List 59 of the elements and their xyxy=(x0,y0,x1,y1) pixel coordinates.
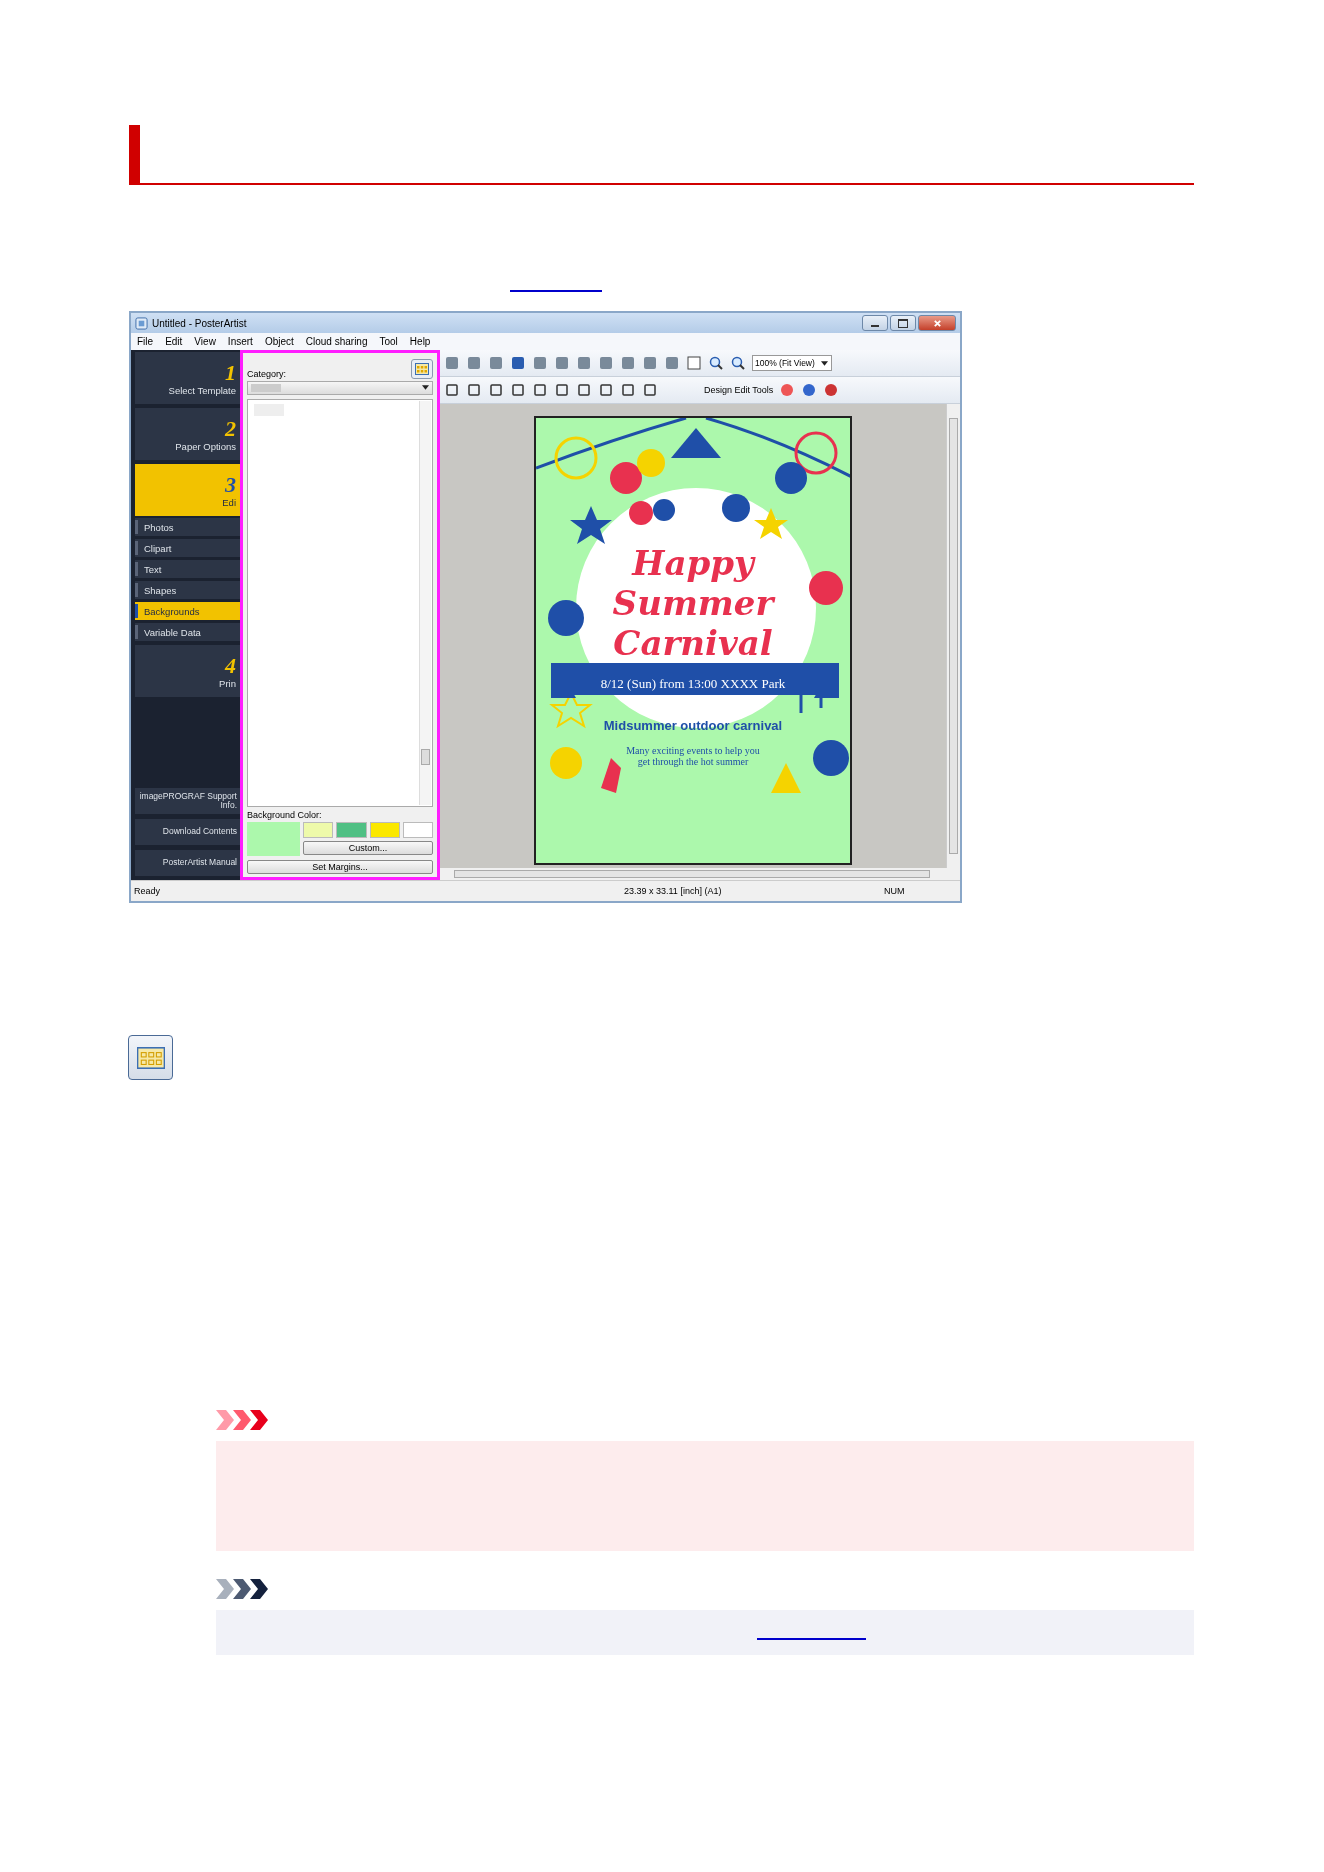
vertical-scrollbar[interactable] xyxy=(946,404,960,868)
frame-icon[interactable] xyxy=(686,355,702,371)
poster-banner-text: 8/12 (Sun) from 13:00 XXXX Park xyxy=(600,675,786,693)
step-button[interactable]: 1 Select Template xyxy=(135,352,240,404)
scrollbar[interactable] xyxy=(419,401,431,805)
color-swatch[interactable] xyxy=(303,822,334,838)
menu-item[interactable]: Insert xyxy=(227,336,253,347)
status-text: 23.39 x 33.11 [inch] (A1) xyxy=(624,886,723,896)
thumbnail-view-button[interactable] xyxy=(411,359,433,379)
step-button[interactable]: 3 Edi xyxy=(135,464,240,516)
set-margins-button[interactable]: Set Margins... xyxy=(247,860,433,874)
window-title: Untitled - PosterArtist xyxy=(152,317,247,329)
close-icon xyxy=(932,318,942,328)
minimize-button[interactable] xyxy=(862,315,888,331)
maximize-button[interactable] xyxy=(890,315,916,331)
support-button[interactable]: Download Contents xyxy=(135,819,240,845)
menu-item[interactable]: File xyxy=(137,336,154,347)
poster-title: Carnival xyxy=(613,623,773,663)
step-button[interactable]: 2 Paper Options xyxy=(135,408,240,460)
menu-item[interactable]: Cloud sharing xyxy=(305,336,368,347)
support-button[interactable]: imagePROGRAF Support Info. xyxy=(135,788,240,814)
sidebar-item[interactable]: Shapes xyxy=(135,581,240,599)
color-swatch[interactable] xyxy=(402,822,433,838)
background-color-label: Background Color: xyxy=(247,810,323,820)
menu-item[interactable]: Edit xyxy=(165,336,183,347)
menu-item[interactable]: View xyxy=(194,336,216,347)
sidebar-item[interactable]: Variable Data xyxy=(135,623,240,641)
app-icon xyxy=(135,316,148,330)
menu-item[interactable]: Help xyxy=(409,336,431,347)
sidebar-item[interactable]: Text xyxy=(135,560,240,578)
category-dropdown[interactable] xyxy=(247,381,433,395)
poster-title: Happy xyxy=(632,543,754,583)
menu-item[interactable]: Tool xyxy=(379,336,398,347)
zoom-dropdown[interactable]: 100% (Fit View) xyxy=(752,355,832,371)
design-edit-tools-label: Design Edit Tools xyxy=(704,385,774,395)
color-swatch[interactable] xyxy=(336,822,367,838)
status-text: NUM xyxy=(884,886,906,896)
status-text: Ready xyxy=(133,886,161,896)
thumbnail-view-icon xyxy=(128,1035,173,1080)
caret-icon xyxy=(821,361,828,366)
poster-text: Many exciting events to help you get through the hot summer xyxy=(625,745,761,767)
sidebar-item[interactable]: Photos xyxy=(135,518,240,536)
color-swatch[interactable] xyxy=(369,822,400,838)
close-button[interactable] xyxy=(918,315,956,331)
zoom-out-icon[interactable] xyxy=(730,355,746,371)
poster-title: Summer xyxy=(612,583,774,623)
support-button[interactable]: PosterArtist Manual xyxy=(135,850,240,876)
zoom-in-icon[interactable] xyxy=(708,355,724,371)
sidebar-item[interactable]: Backgrounds xyxy=(135,602,240,620)
step-button[interactable]: 4 Prin xyxy=(135,645,240,697)
custom-button[interactable]: Custom... xyxy=(303,841,433,855)
menu-item[interactable]: Object xyxy=(264,336,294,347)
blurred-value xyxy=(251,384,281,392)
note-icon xyxy=(216,1579,270,1599)
category-label: Category: xyxy=(247,369,287,379)
important-icon xyxy=(216,1410,270,1430)
sidebar-item[interactable]: Clipart xyxy=(135,539,240,557)
poster-subtitle: Midsummer outdoor carnival xyxy=(603,718,783,733)
caret-icon xyxy=(422,385,429,390)
